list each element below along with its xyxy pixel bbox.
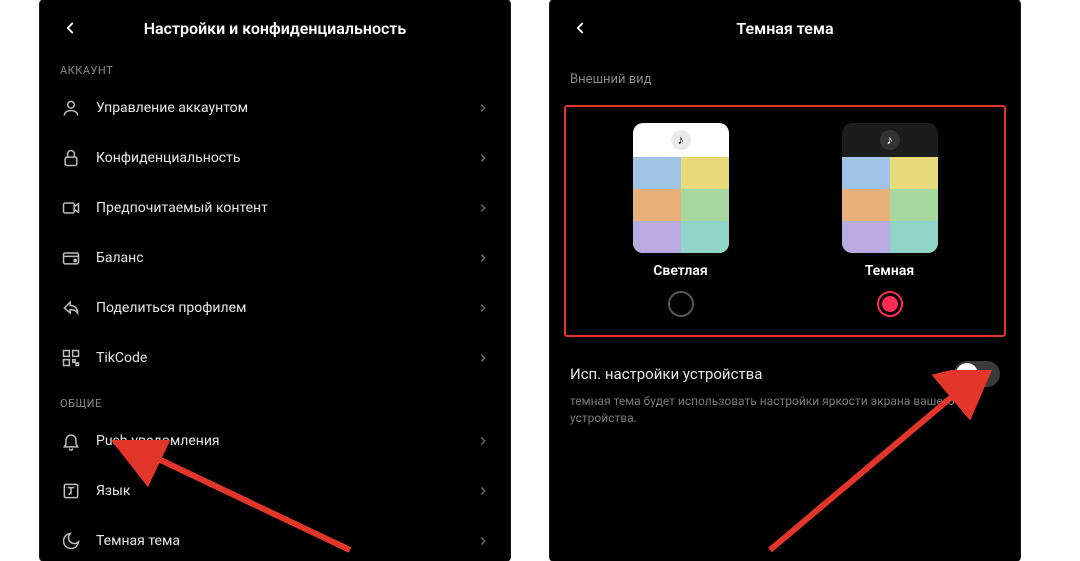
row-label: TikCode: [96, 350, 476, 366]
settings-screen: Настройки и конфиденциальность АККАУНТ У…: [40, 0, 510, 561]
share-icon: [60, 297, 82, 319]
bell-icon: [60, 430, 82, 452]
theme-preview-light: ♪: [633, 123, 729, 253]
toggle-label: Исп. настройки устройства: [570, 365, 954, 383]
toggle-row-device-settings: Исп. настройки устройства: [550, 347, 1020, 391]
theme-option-light[interactable]: ♪ Светлая: [633, 123, 729, 317]
note-icon: ♪: [880, 130, 900, 150]
page-title: Темная тема: [594, 19, 976, 38]
section-label-account: АККАУНТ: [40, 50, 510, 83]
chevron-right-icon: [476, 301, 490, 315]
row-label: Темная тема: [96, 533, 476, 549]
toggle-description: темная тема будет использовать настройки…: [550, 391, 1020, 427]
row-label: Язык: [96, 483, 476, 499]
theme-selector-highlight: ♪ Светлая ♪ Темная: [564, 105, 1006, 337]
row-label: Управление аккаунтом: [96, 100, 476, 116]
lock-icon: [60, 147, 82, 169]
row-label: Предпочитаемый контент: [96, 200, 476, 216]
chevron-right-icon: [476, 151, 490, 165]
chevron-right-icon: [476, 251, 490, 265]
back-button[interactable]: [56, 14, 84, 42]
theme-option-dark[interactable]: ♪ Темная: [842, 123, 938, 317]
video-icon: [60, 197, 82, 219]
row-push-notifications[interactable]: Push-уведомления: [40, 416, 510, 466]
theme-preview-dark: ♪: [842, 123, 938, 253]
language-icon: [60, 480, 82, 502]
row-tikcode[interactable]: TikCode: [40, 333, 510, 383]
device-settings-switch[interactable]: [954, 361, 1000, 387]
row-label: Push-уведомления: [96, 433, 476, 449]
row-label: Поделиться профилем: [96, 300, 476, 316]
row-privacy[interactable]: Конфиденциальность: [40, 133, 510, 183]
qr-icon: [60, 347, 82, 369]
chevron-right-icon: [476, 534, 490, 548]
row-manage-account[interactable]: Управление аккаунтом: [40, 83, 510, 133]
row-dark-mode[interactable]: Темная тема: [40, 516, 510, 561]
radio-light[interactable]: [668, 291, 694, 317]
header: Темная тема: [550, 0, 1020, 50]
appearance-label: Внешний вид: [550, 50, 1020, 97]
header: Настройки и конфиденциальность: [40, 0, 510, 50]
theme-name: Темная: [865, 263, 914, 279]
wallet-icon: [60, 247, 82, 269]
chevron-right-icon: [476, 351, 490, 365]
chevron-right-icon: [476, 101, 490, 115]
section-label-general: ОБЩИЕ: [40, 383, 510, 416]
chevron-right-icon: [476, 201, 490, 215]
row-language[interactable]: Язык: [40, 466, 510, 516]
chevron-right-icon: [476, 434, 490, 448]
row-balance[interactable]: Баланс: [40, 233, 510, 283]
chevron-right-icon: [476, 484, 490, 498]
moon-icon: [60, 530, 82, 552]
page-title: Настройки и конфиденциальность: [84, 19, 466, 38]
row-label: Баланс: [96, 250, 476, 266]
row-content-preferences[interactable]: Предпочитаемый контент: [40, 183, 510, 233]
dark-mode-screen: Темная тема Внешний вид ♪ Светлая ♪: [550, 0, 1020, 561]
back-button[interactable]: [566, 14, 594, 42]
switch-knob: [956, 363, 978, 385]
row-label: Конфиденциальность: [96, 150, 476, 166]
row-share-profile[interactable]: Поделиться профилем: [40, 283, 510, 333]
user-icon: [60, 97, 82, 119]
note-icon: ♪: [671, 130, 691, 150]
theme-name: Светлая: [653, 263, 707, 279]
radio-dark[interactable]: [877, 291, 903, 317]
